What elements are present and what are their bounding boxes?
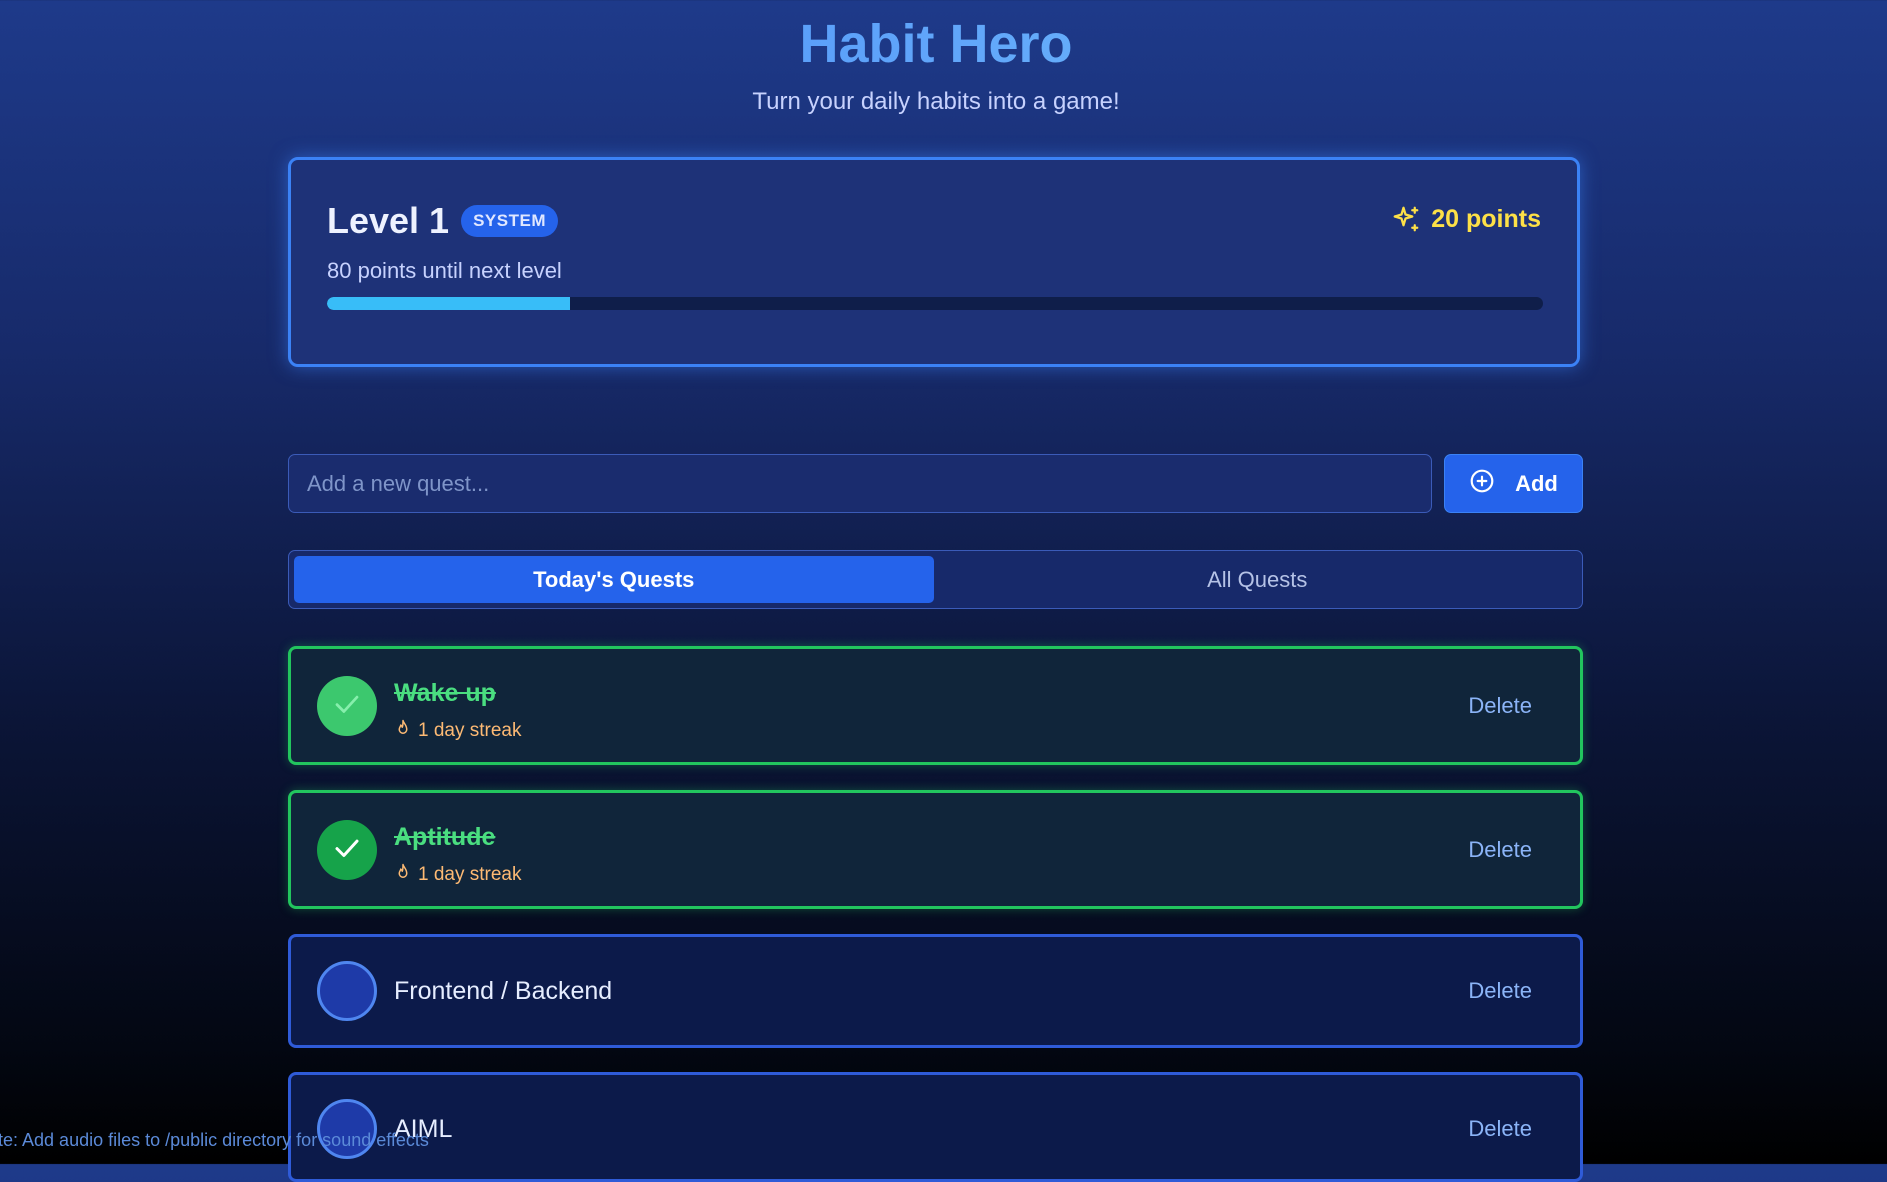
quest-card: Aptitude 1 day streak Delete — [288, 790, 1583, 909]
plus-circle-icon — [1469, 468, 1495, 500]
check-icon — [332, 833, 362, 868]
flame-icon — [394, 719, 412, 743]
level-heading: Level 1 SYSTEM — [327, 200, 558, 242]
flame-icon — [394, 863, 412, 887]
level-progress-fill — [327, 297, 571, 310]
delete-button[interactable]: Delete — [1462, 1115, 1538, 1143]
delete-button[interactable]: Delete — [1462, 836, 1538, 864]
quest-card: AIML Delete — [288, 1072, 1583, 1182]
check-icon — [332, 689, 362, 724]
quest-title: Aptitude — [394, 823, 496, 851]
app-subtitle: Turn your daily habits into a game! — [752, 88, 1120, 115]
quest-checkbox[interactable] — [317, 820, 377, 880]
streak-text: 1 day streak — [418, 864, 522, 885]
quest-checkbox[interactable] — [317, 676, 377, 736]
streak-text: 1 day streak — [418, 720, 522, 741]
level-label: Level 1 — [327, 200, 450, 241]
streak-indicator: 1 day streak — [394, 863, 522, 887]
streak-indicator: 1 day streak — [394, 719, 522, 743]
points-display: 20 points — [1391, 204, 1541, 234]
next-level-text: 80 points until next level — [327, 258, 562, 283]
add-quest-button[interactable]: Add — [1444, 454, 1583, 513]
quest-title: Frontend / Backend — [394, 977, 613, 1005]
delete-button[interactable]: Delete — [1462, 692, 1538, 720]
footer-note: ote: Add audio files to /public director… — [0, 1130, 429, 1150]
points-label: 20 points — [1431, 204, 1541, 233]
tab-todays-quests[interactable]: Today's Quests — [294, 556, 934, 603]
app-title: Habit Hero — [0, 10, 1872, 78]
add-button-label: Add — [1515, 470, 1558, 496]
quest-card: Wake up 1 day streak Delete — [288, 646, 1583, 765]
quest-tabs: Today's Quests All Quests — [288, 550, 1583, 609]
level-progress-bar — [327, 297, 1543, 310]
delete-button[interactable]: Delete — [1462, 977, 1538, 1005]
quest-checkbox[interactable] — [317, 961, 377, 1021]
quest-card: Frontend / Backend Delete — [288, 934, 1583, 1048]
quest-title: Wake up — [394, 679, 496, 707]
new-quest-input[interactable] — [288, 454, 1432, 513]
system-badge: SYSTEM — [461, 205, 558, 237]
level-card: Level 1 SYSTEM 20 points 80 points until… — [288, 157, 1580, 367]
sparkles-icon — [1391, 204, 1421, 234]
tab-all-quests[interactable]: All Quests — [938, 556, 1578, 603]
